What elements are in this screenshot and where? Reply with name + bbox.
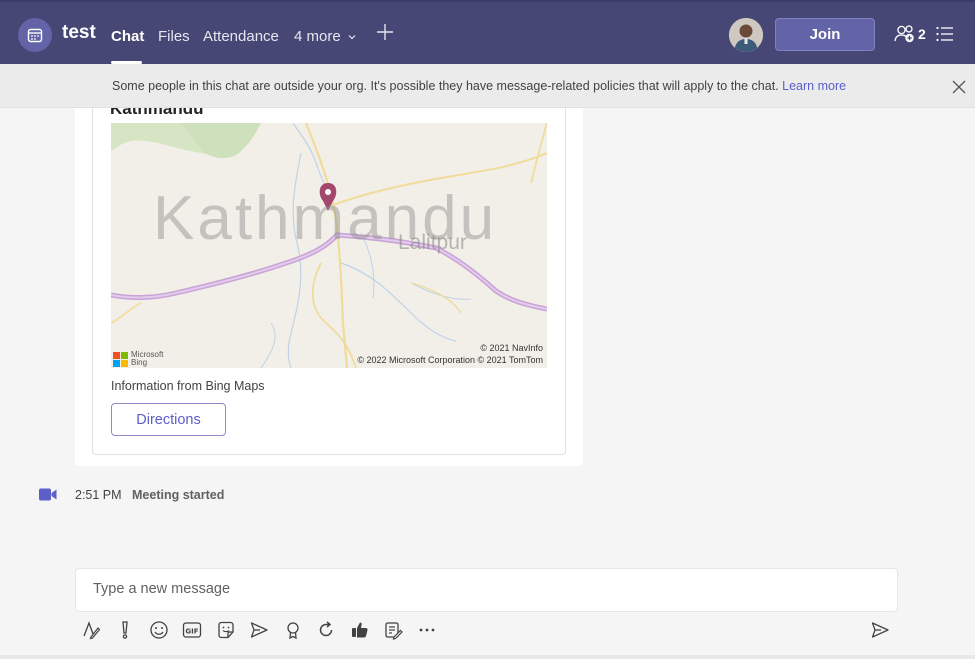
add-tab-icon[interactable] (376, 23, 394, 45)
tab-files[interactable]: Files (158, 28, 190, 45)
close-icon[interactable] (951, 79, 967, 100)
external-org-banner: Some people in this chat are outside you… (0, 64, 975, 108)
map-sub-label: Lalitpur (398, 231, 467, 254)
map-credit-navinfo: © 2021 NavInfo (480, 343, 543, 353)
tab-chat[interactable]: Chat (111, 28, 144, 45)
compose-box[interactable] (75, 568, 898, 612)
directions-button[interactable]: Directions (111, 403, 226, 436)
microsoft-logo-icon (113, 351, 128, 367)
more-options-icon[interactable] (417, 620, 437, 640)
join-button[interactable]: Join (775, 18, 875, 51)
praise-icon[interactable] (283, 620, 303, 640)
bing-logo: Microsoft Bing (113, 351, 163, 367)
map-info-text: Information from Bing Maps (111, 379, 265, 393)
banner-text: Some people in this chat are outside you… (112, 79, 846, 93)
updates-icon[interactable] (383, 620, 403, 640)
bottom-border (0, 655, 975, 659)
tab-attendance[interactable]: Attendance (203, 28, 279, 45)
calendar-icon[interactable] (18, 18, 52, 52)
meeting-started-text: Meeting started (132, 488, 225, 502)
send-icon[interactable] (870, 620, 890, 645)
loop-icon[interactable] (316, 620, 336, 640)
tab-more-label: 4 more (294, 28, 341, 45)
svg-text:GIF: GIF (185, 628, 198, 636)
message-input[interactable] (93, 581, 873, 597)
priority-icon[interactable] (115, 620, 135, 640)
avatar[interactable] (729, 18, 763, 52)
approvals-icon[interactable] (350, 620, 370, 640)
logo-text-bing: Bing (131, 358, 148, 367)
gif-icon[interactable]: GIF (182, 620, 202, 640)
card-title-container: Kathmandu (110, 108, 410, 120)
chevron-down-icon (348, 34, 356, 39)
emoji-icon[interactable] (149, 620, 169, 640)
map-credit-microsoft: © 2022 Microsoft Corporation © 2021 TomT… (357, 355, 543, 365)
list-icon[interactable] (936, 26, 954, 47)
chat-title: test (62, 22, 96, 43)
participant-count: 2 (918, 26, 926, 42)
schedule-meeting-icon[interactable] (249, 620, 269, 640)
banner-message: Some people in this chat are outside you… (112, 79, 779, 93)
participants-button[interactable]: 2 (894, 24, 926, 44)
card-title: Kathmandu (110, 108, 204, 118)
format-icon[interactable] (81, 620, 101, 640)
sticker-icon[interactable] (216, 620, 236, 640)
video-camera-icon (39, 488, 57, 506)
map-image[interactable]: Kathmandu Lalitpur Microsoft Bing © 2021… (111, 123, 547, 368)
learn-more-link[interactable]: Learn more (782, 79, 846, 93)
people-icon (894, 25, 914, 43)
tab-more[interactable]: 4 more (294, 28, 357, 45)
app-header: test Chat Files Attendance 4 more Join 2 (0, 0, 975, 64)
event-time: 2:51 PM (75, 488, 122, 502)
